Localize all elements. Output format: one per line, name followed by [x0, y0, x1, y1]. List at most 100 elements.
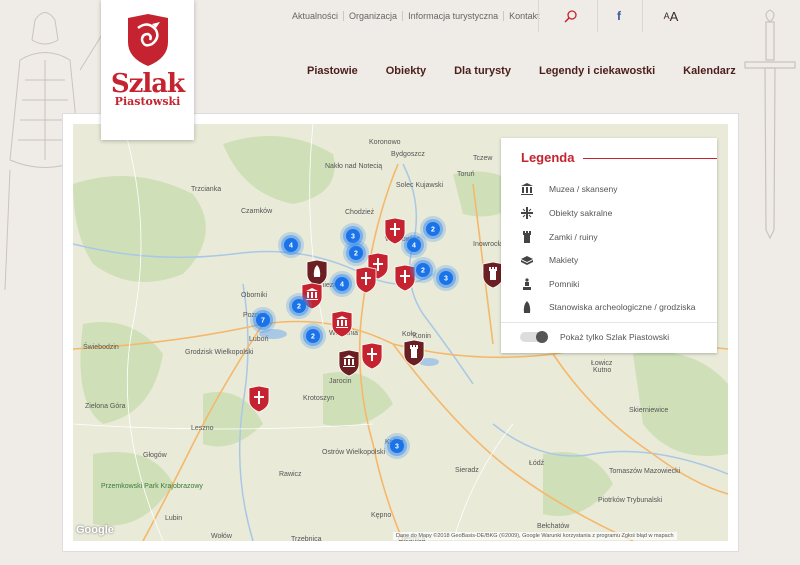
cluster-count: 4 [340, 282, 344, 289]
monument-icon [521, 278, 533, 290]
map-cluster[interactable]: 2 [286, 293, 312, 319]
legend-item-model[interactable]: Makiety [521, 254, 578, 266]
facebook-icon[interactable]: f [605, 0, 633, 32]
toggle-label: Pokaż tylko Szlak Piastowski [560, 332, 670, 342]
legend-label: Stanowiska archeologiczne / grodziska [549, 302, 696, 312]
nav-legendy[interactable]: Legendy i ciekawostki [539, 65, 655, 77]
cluster-count: 2 [311, 334, 315, 341]
place-label: Wołów [211, 533, 233, 540]
divider [597, 0, 598, 32]
search-icon[interactable] [556, 0, 584, 32]
place-label: Nakło nad Notecią [325, 163, 382, 170]
map-cluster[interactable]: 3 [433, 265, 459, 291]
nav-obiekty[interactable]: Obiekty [386, 65, 426, 77]
divider [642, 0, 643, 32]
place-label: Oborniki [241, 292, 268, 299]
place-label: Świebodzin [83, 342, 119, 351]
church-icon [521, 207, 533, 219]
place-label: Przemkowski Park Krajobrazowy [101, 483, 203, 490]
place-label: Rawicz [279, 471, 302, 478]
place-label: Zielona Góra [85, 403, 126, 410]
map-marker-castle[interactable] [403, 339, 425, 367]
top-nav-informacja[interactable]: Informacja turystyczna [402, 11, 503, 21]
top-nav-aktualnosci[interactable]: Aktualności [292, 11, 343, 21]
legend-label: Zamki / ruiny [549, 232, 598, 242]
font-large-button[interactable]: A [670, 9, 679, 24]
map-cluster[interactable]: 7 [250, 307, 276, 333]
map-marker-church[interactable] [355, 266, 377, 294]
map-marker-archaeology[interactable] [306, 259, 328, 287]
main-nav: Piastowie Obiekty Dla turysty Legendy i … [307, 65, 764, 77]
place-label: Leszno [191, 425, 214, 432]
sword-illustration [744, 9, 796, 240]
place-label: Luboń [249, 336, 269, 343]
place-label: Głogów [143, 452, 168, 459]
legend-label: Pomniki [549, 279, 580, 289]
model-icon [521, 254, 533, 266]
map-cluster[interactable]: 2 [300, 323, 326, 349]
place-label: Łódź [529, 460, 545, 467]
cluster-count: 2 [431, 227, 435, 234]
place-label: Piotrków Trybunalski [598, 497, 663, 504]
cluster-count: 3 [395, 444, 399, 451]
map-cluster[interactable]: 2 [410, 257, 436, 283]
logo-subtitle: Piastowski [114, 95, 181, 108]
place-label: Ostrów Wielkopolski [322, 449, 385, 456]
cluster-count: 2 [354, 251, 358, 258]
cluster-count: 4 [412, 243, 416, 250]
szlak-only-toggle[interactable] [520, 331, 548, 343]
map-legend: Legenda Muzea / skanseny Obiekty sakraln… [501, 138, 717, 353]
map-marker-castle[interactable] [482, 261, 504, 289]
font-size-toggle[interactable]: A A [656, 0, 686, 32]
place-label: Łowicz [591, 360, 613, 367]
cluster-count: 4 [289, 243, 293, 250]
cluster-count: 3 [444, 276, 448, 283]
map-attribution[interactable]: Dane do Mapy ©2018 GeoBasis-DE/BKG (©200… [393, 532, 677, 540]
top-nav: Aktualności Organizacja Informacja turys… [292, 11, 545, 21]
archaeology-icon [521, 301, 533, 313]
legend-item-church[interactable]: Obiekty sakralne [521, 207, 612, 219]
legend-item-monument[interactable]: Pomniki [521, 278, 579, 290]
map-cluster[interactable]: 3 [384, 433, 410, 459]
map-marker-museum[interactable] [338, 349, 360, 377]
place-label: Konin [413, 333, 431, 340]
museum-icon [521, 183, 533, 195]
place-label: Sieradz [455, 467, 479, 474]
nav-dla-turysty[interactable]: Dla turysty [454, 65, 511, 77]
place-label: Tomaszów Mazowiecki [609, 468, 681, 475]
map-cluster[interactable]: 4 [278, 232, 304, 258]
castle-icon [410, 345, 418, 358]
place-label: Czarnków [241, 208, 273, 215]
top-nav-organizacja[interactable]: Organizacja [343, 11, 402, 21]
place-label: Koronowo [369, 139, 401, 146]
castle-icon [521, 231, 533, 243]
place-label: Krotoszyn [303, 395, 334, 402]
place-label: Bydgoszcz [391, 151, 425, 158]
place-label: Bełchatów [537, 523, 570, 530]
nav-piastowie[interactable]: Piastowie [307, 65, 358, 77]
cluster-count: 7 [261, 318, 265, 325]
place-label: Chodzież [345, 209, 375, 216]
legend-item-castle[interactable]: Zamki / ruiny [521, 231, 598, 243]
site-logo[interactable]: Szlak Piastowski [101, 0, 194, 140]
legend-item-archaeology[interactable]: Stanowiska archeologiczne / grodziska [521, 301, 695, 313]
place-label: Trzebnica [291, 536, 322, 541]
legend-item-museum[interactable]: Muzea / skanseny [521, 183, 618, 195]
map-marker-museum[interactable] [331, 310, 353, 338]
nav-kalendarz[interactable]: Kalendarz [683, 65, 736, 77]
place-label: Jarocin [329, 378, 352, 385]
map-cluster[interactable]: 4 [329, 271, 355, 297]
map-marker-church[interactable] [248, 385, 270, 413]
place-label: Trzcianka [191, 186, 221, 193]
cluster-count: 3 [351, 234, 355, 241]
map-marker-church[interactable] [361, 342, 383, 370]
map-cluster[interactable]: 2 [343, 240, 369, 266]
logo-title: Szlak [110, 69, 185, 99]
place-label: Toruń [457, 171, 475, 178]
legend-divider [501, 322, 717, 323]
map-cluster[interactable]: 4 [401, 232, 427, 258]
toggle-knob[interactable] [536, 331, 548, 343]
cluster-count: 2 [297, 304, 301, 311]
legend-title-underline [583, 158, 717, 159]
legend-label: Makiety [549, 255, 579, 265]
